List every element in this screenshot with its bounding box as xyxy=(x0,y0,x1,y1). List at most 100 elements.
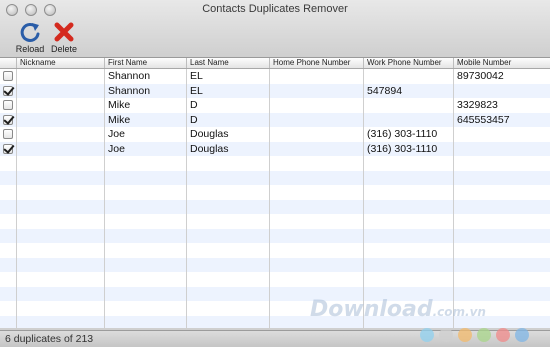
empty-cell xyxy=(364,199,454,214)
empty-cell xyxy=(270,156,364,171)
cell-nickname xyxy=(17,69,105,84)
cell-home-phone xyxy=(270,127,364,142)
empty-cell xyxy=(0,185,17,200)
cell-nickname xyxy=(17,127,105,142)
empty-row xyxy=(0,272,550,287)
cell-home-phone xyxy=(270,141,364,156)
row-checkbox[interactable] xyxy=(3,100,13,111)
empty-cell xyxy=(187,156,270,171)
table-row[interactable]: Shannon EL 89730042 xyxy=(0,69,550,84)
empty-cell xyxy=(270,170,364,185)
column-header-last-name[interactable]: Last Name xyxy=(187,58,270,68)
cell-mobile xyxy=(454,84,550,99)
empty-row xyxy=(0,156,550,171)
empty-cell xyxy=(17,257,105,272)
cell-work-phone: (316) 303-1110 xyxy=(364,127,454,142)
status-text: 6 duplicates of 213 xyxy=(5,333,94,345)
empty-cell xyxy=(0,214,17,229)
cell-nickname xyxy=(17,83,105,98)
empty-cell xyxy=(17,301,105,316)
empty-cell xyxy=(17,170,105,185)
column-header-select[interactable] xyxy=(0,58,17,68)
empty-row xyxy=(0,257,550,272)
empty-cell xyxy=(17,243,105,258)
empty-cell xyxy=(270,272,364,287)
cell-work-phone xyxy=(364,69,454,84)
empty-cell xyxy=(364,214,454,229)
column-header-work-phone[interactable]: Work Phone Number xyxy=(364,58,454,68)
empty-cell xyxy=(187,272,270,287)
empty-cell xyxy=(454,214,550,229)
empty-cell xyxy=(270,199,364,214)
empty-cell xyxy=(270,228,364,243)
empty-row xyxy=(0,214,550,229)
watermark-dot xyxy=(515,328,529,342)
empty-cell xyxy=(0,228,17,243)
cell-last-name: Douglas xyxy=(187,141,270,156)
empty-cell xyxy=(105,301,187,316)
reload-label: Reload xyxy=(15,44,45,54)
cell-work-phone xyxy=(364,112,454,127)
cell-work-phone: 547894 xyxy=(364,83,454,98)
empty-cell xyxy=(0,243,17,258)
empty-cell xyxy=(0,170,17,185)
empty-row xyxy=(0,170,550,185)
empty-cell xyxy=(454,156,550,171)
table-row[interactable]: Shannon EL 547894 xyxy=(0,83,550,99)
cell-last-name: D xyxy=(187,98,270,113)
row-checkbox[interactable] xyxy=(3,85,13,96)
column-header-first-name[interactable]: First Name xyxy=(105,58,187,68)
empty-cell xyxy=(105,170,187,185)
empty-cell xyxy=(0,156,17,171)
empty-cell xyxy=(364,257,454,272)
contacts-table: Nickname First Name Last Name Home Phone… xyxy=(0,58,550,330)
cell-home-phone xyxy=(270,98,364,113)
reload-button[interactable]: Reload xyxy=(13,21,47,54)
column-header-home-phone[interactable]: Home Phone Number xyxy=(270,58,364,68)
row-checkbox[interactable] xyxy=(3,143,13,154)
table-body: Shannon EL 89730042 Shannon EL 547894 Mi… xyxy=(0,69,550,330)
empty-cell xyxy=(105,286,187,301)
empty-cell xyxy=(0,199,17,214)
empty-cell xyxy=(187,170,270,185)
delete-button[interactable]: Delete xyxy=(47,21,81,54)
empty-cell xyxy=(364,185,454,200)
cell-first-name: Shannon xyxy=(105,83,187,98)
empty-cell xyxy=(17,185,105,200)
delete-x-icon xyxy=(54,22,74,42)
cell-first-name: Joe xyxy=(105,141,187,156)
empty-cell xyxy=(17,156,105,171)
table-row[interactable]: Mike D 645553457 xyxy=(0,112,550,127)
cell-nickname xyxy=(17,98,105,113)
empty-cell xyxy=(105,257,187,272)
row-checkbox[interactable] xyxy=(3,129,13,140)
window-title: Contacts Duplicates Remover xyxy=(202,3,348,15)
watermark-domain: .com.vn xyxy=(432,305,486,319)
app-window: Contacts Duplicates Remover Reload Delet… xyxy=(0,0,550,347)
empty-cell xyxy=(0,301,17,316)
table-row[interactable]: Joe Douglas (316) 303-1110 xyxy=(0,127,550,142)
table-row[interactable]: Mike D 3329823 xyxy=(0,98,550,113)
watermark-logo: Download.com.vn xyxy=(310,297,486,322)
empty-row xyxy=(0,228,550,243)
watermark-dot xyxy=(477,328,491,342)
table-row[interactable]: Joe Douglas (316) 303-1110 xyxy=(0,141,550,156)
empty-cell xyxy=(364,156,454,171)
cell-mobile: 3329823 xyxy=(457,99,498,111)
empty-cell xyxy=(0,286,17,301)
cell-first-name: Joe xyxy=(105,127,187,142)
empty-cell xyxy=(270,185,364,200)
column-header-mobile[interactable]: Mobile Number xyxy=(454,58,550,68)
column-header-nickname[interactable]: Nickname xyxy=(17,58,105,68)
empty-cell xyxy=(187,214,270,229)
empty-cell xyxy=(17,199,105,214)
row-checkbox[interactable] xyxy=(3,71,13,82)
empty-cell xyxy=(105,243,187,258)
empty-cell xyxy=(364,170,454,185)
cell-last-name: EL xyxy=(187,69,270,84)
cell-work-phone: (316) 303-1110 xyxy=(364,141,454,156)
watermark-dot xyxy=(439,328,453,342)
row-checkbox[interactable] xyxy=(3,114,13,125)
empty-row xyxy=(0,185,550,200)
cell-home-phone xyxy=(270,69,364,84)
